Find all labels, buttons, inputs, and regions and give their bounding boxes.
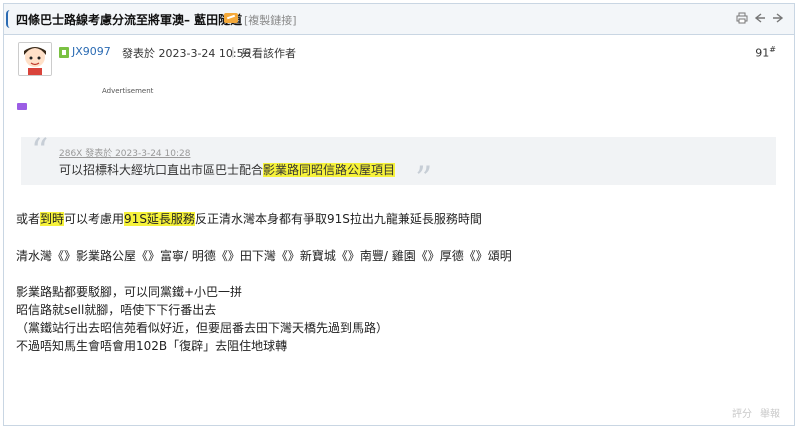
quote-text-highlight: 影業路同昭信路公屋項目 [263, 163, 396, 177]
copy-link-button[interactable]: [複製鏈接] [244, 12, 297, 28]
quote-open-icon: “ [31, 131, 49, 171]
rate-button[interactable]: 評分 [732, 405, 752, 420]
header-separator: | [231, 45, 235, 58]
username-link[interactable]: JX9097 [72, 45, 111, 58]
body-line-1-e: 反正清水灣本身都有爭取91S拉出九龍兼延長服務時間 [194, 212, 482, 226]
body-line-2: 清水灣《》影業路公屋《》富寧/ 明德《》田下灣《》新寶城《》南豐/ 雞園《》厚德… [16, 249, 512, 263]
user-badge-icon [59, 47, 69, 58]
quote-text-plain: 可以招標科大經坑口直出市區巴士配合 [59, 163, 264, 177]
quote-text: 可以招標科大經坑口直出市區巴士配合影業路同昭信路公屋項目 [59, 161, 396, 178]
author-only-link[interactable]: 只看該作者 [241, 45, 296, 61]
floor-mark: # [769, 45, 776, 54]
body-line-4: 昭信路就sell就腳，唔使下下行番出去 [16, 303, 217, 317]
thread-title: 四條巴士路線考慮分流至將軍澳– 藍田隧道 [16, 13, 243, 27]
quote-source-link[interactable]: 286X 發表於 2023-3-24 10:28 [59, 146, 190, 159]
body-line-6: 不過唔知馬生會唔會用102B「復辟」去阻住地球轉 [16, 339, 288, 353]
ad-choices-icon[interactable] [17, 103, 27, 110]
quote-block: “ 286X 發表於 2023-3-24 10:28 可以招標科大經坑口直出市區… [21, 131, 776, 199]
post-footer-tools: 評分 舉報 [732, 405, 780, 420]
body-line-1-b: 到時 [40, 212, 65, 226]
floor-value: 91 [755, 46, 770, 60]
title-accent [6, 10, 11, 28]
post-header: JX9097 發表於 2023-3-24 10:56 | 只看該作者 91# [4, 35, 794, 77]
body-line-1-c: 可以考慮用 [64, 212, 125, 226]
report-button[interactable]: 舉報 [760, 405, 780, 420]
quote-close-icon: ” [415, 159, 433, 199]
floor-number[interactable]: 91# [755, 45, 776, 60]
title-tools [736, 12, 784, 24]
print-icon[interactable] [736, 12, 748, 24]
body-line-1: 或者到時可以考慮用91S延長服務反正清水灣本身都有爭取91S拉出九龍兼延長服務時… [16, 210, 482, 227]
avatar[interactable] [18, 42, 52, 76]
body-line-5: （黨鐵站行出去昭信苑看似好近，但要屈番去田下灣天橋先過到馬路） [16, 321, 389, 335]
next-thread-icon[interactable] [772, 12, 784, 24]
prev-thread-icon[interactable] [754, 12, 766, 24]
body-line-1-d: 91S延長服務 [124, 212, 195, 226]
body-line-3: 影業路點都要駁腳，可以同黨鐵+小巴一拼 [16, 285, 243, 299]
advertisement-label: Advertisement [102, 87, 154, 95]
thread-titlebar: 四條巴士路線考慮分流至將軍澳– 藍田隧道 [複製鏈接] [4, 4, 794, 35]
body-line-1-a: 或者 [16, 212, 41, 226]
hot-badge-icon [224, 13, 238, 23]
